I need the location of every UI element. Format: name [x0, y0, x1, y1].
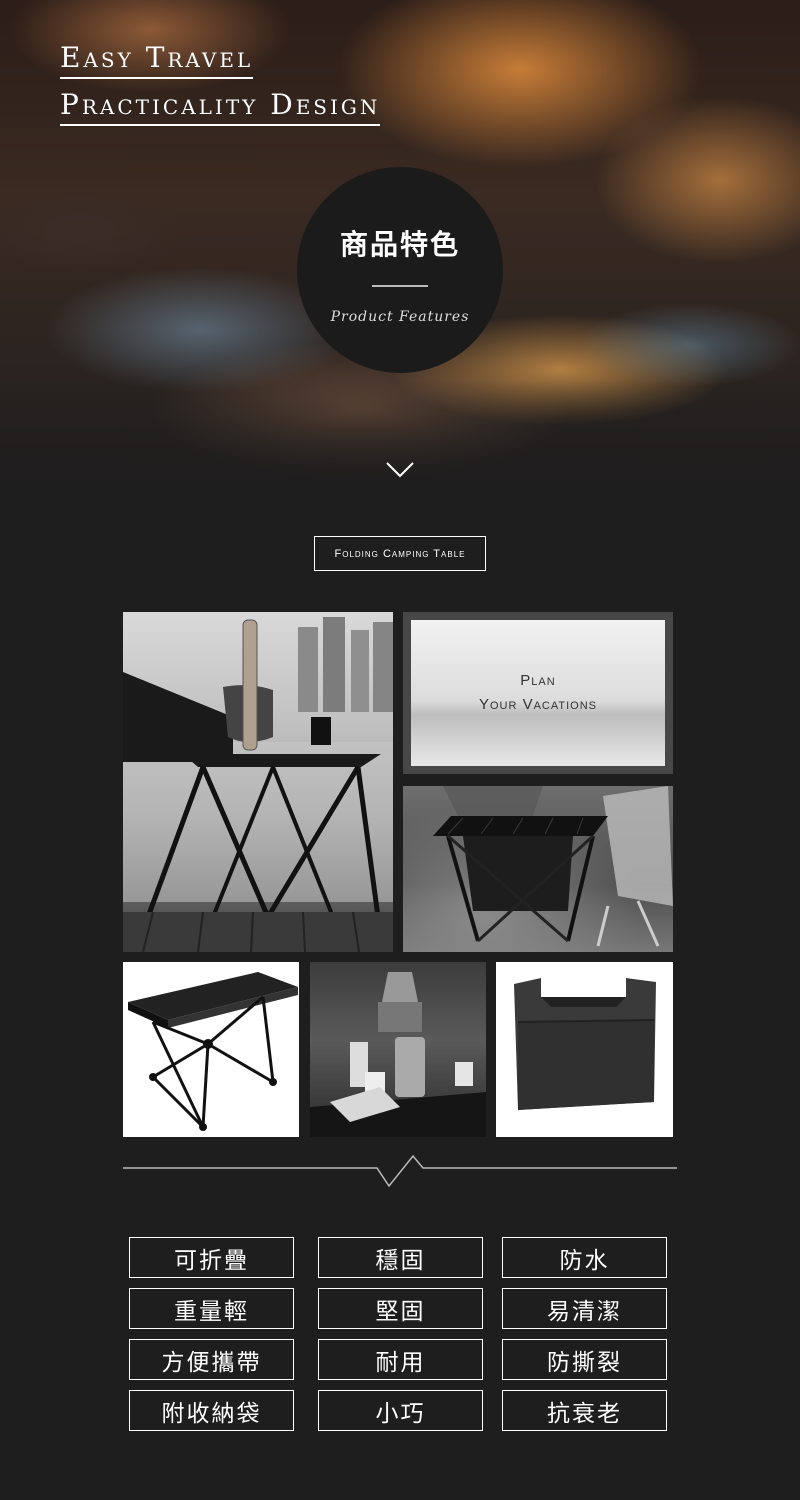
section-label: Folding Camping Table	[314, 536, 486, 571]
feature-tag: 堅固	[318, 1288, 483, 1329]
product-features-badge: 商品特色 Product Features	[297, 167, 503, 373]
product-features-title: 商品特色	[339, 229, 460, 260]
storage-bag-illustration	[514, 978, 656, 1110]
chevron-down-icon[interactable]	[385, 458, 415, 480]
photo-storage-bag	[496, 962, 673, 1137]
hero-title: Easy Travel Practicality Design	[60, 36, 381, 130]
badge-divider	[372, 285, 428, 287]
overlay-line-1: Plan	[520, 672, 556, 689]
photo-folded-table	[123, 962, 299, 1137]
photo-table-by-lake	[123, 612, 393, 952]
feature-tag: 穩固	[318, 1237, 483, 1278]
feature-tag: 可折疊	[129, 1237, 294, 1278]
photo-plan-your-vacations: Plan Your Vacations	[403, 612, 673, 774]
hero-banner: Easy Travel Practicality Design 商品特色 Pro…	[0, 0, 800, 500]
feature-tag: 防撕裂	[502, 1339, 667, 1380]
table-lake-illustration	[123, 617, 393, 952]
hero-title-line-1: Easy Travel	[60, 39, 254, 79]
overlay-line-2: Your Vacations	[478, 696, 598, 713]
product-features-subtitle: Product Features	[330, 309, 470, 325]
feature-tag: 耐用	[318, 1339, 483, 1380]
feature-tag: 易清潔	[502, 1288, 667, 1329]
feature-tag: 防水	[502, 1237, 667, 1278]
feature-tag: 方便攜帶	[129, 1339, 294, 1380]
coffee-setup-illustration	[310, 972, 486, 1137]
table-grass-illustration	[433, 786, 673, 947]
hero-title-line-2: Practicality Design	[60, 86, 381, 126]
feature-tag: 附收納袋	[129, 1390, 294, 1431]
folded-table-illustration	[128, 972, 298, 1131]
vacation-overlay-card: Plan Your Vacations	[411, 620, 665, 766]
section-divider	[123, 1154, 677, 1188]
photo-coffee-setup	[310, 962, 486, 1137]
feature-tag: 小巧	[318, 1390, 483, 1431]
photo-table-on-grass	[403, 786, 673, 952]
feature-tag: 重量輕	[129, 1288, 294, 1329]
feature-tag: 抗衰老	[502, 1390, 667, 1431]
